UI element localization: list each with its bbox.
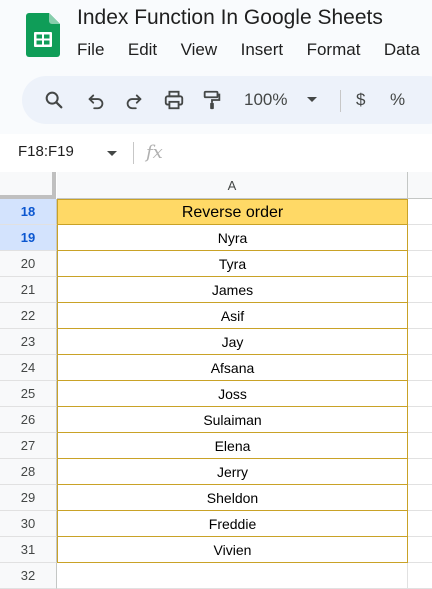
row-header[interactable]: 20 (0, 251, 57, 277)
cell[interactable]: Jay (57, 329, 408, 355)
cell[interactable]: Sulaiman (57, 407, 408, 433)
column-header-next[interactable] (408, 172, 432, 199)
row-header[interactable]: 28 (0, 459, 57, 485)
row-header[interactable]: 18 (0, 199, 57, 225)
table-row: 29 Sheldon (0, 485, 432, 511)
table-row: 19 Nyra (0, 225, 432, 251)
row-header[interactable]: 21 (0, 277, 57, 303)
menu-edit[interactable]: Edit (128, 40, 157, 60)
table-row: 25 Joss (0, 381, 432, 407)
cell[interactable]: Tyra (57, 251, 408, 277)
cell[interactable]: James (57, 277, 408, 303)
name-box[interactable]: F18:F19 (18, 143, 74, 160)
fx-icon: fx (146, 142, 163, 163)
redo-icon[interactable] (122, 88, 146, 112)
menu-file[interactable]: File (77, 40, 104, 60)
table-row: 21 James (0, 277, 432, 303)
cell-next-column[interactable] (408, 199, 432, 225)
cell-next-column[interactable] (408, 511, 432, 537)
table-row: 32 (0, 563, 432, 589)
cell[interactable]: Asif (57, 303, 408, 329)
row-header[interactable]: 27 (0, 433, 57, 459)
cell[interactable]: Sheldon (57, 485, 408, 511)
toolbar: 100% $ % (22, 76, 432, 124)
table-row: 30 Freddie (0, 511, 432, 537)
row-header[interactable]: 22 (0, 303, 57, 329)
cell[interactable]: Freddie (57, 511, 408, 537)
table-row: 24 Afsana (0, 355, 432, 381)
table-row: 28 Jerry (0, 459, 432, 485)
cell-next-column[interactable] (408, 485, 432, 511)
cell[interactable]: Vivien (57, 537, 408, 563)
cell-next-column[interactable] (408, 329, 432, 355)
table-row: 20 Tyra (0, 251, 432, 277)
select-all-corner[interactable] (0, 172, 56, 199)
row-header[interactable]: 29 (0, 485, 57, 511)
table-row: 23 Jay (0, 329, 432, 355)
cell-next-column[interactable] (408, 459, 432, 485)
cell[interactable]: Elena (57, 433, 408, 459)
formula-divider (133, 142, 134, 164)
table-row: 31 Vivien (0, 537, 432, 563)
title-bar: Index Function In Google Sheets File Edi… (0, 0, 432, 72)
menu-insert[interactable]: Insert (241, 40, 284, 60)
cell[interactable] (57, 563, 408, 589)
cell-next-column[interactable] (408, 225, 432, 251)
row-header[interactable]: 26 (0, 407, 57, 433)
row-header[interactable]: 25 (0, 381, 57, 407)
header-cell[interactable]: Reverse order (57, 199, 408, 225)
formula-bar: F18:F19 fx (0, 134, 432, 173)
chevron-down-icon[interactable] (306, 96, 318, 104)
table-row: 22 Asif (0, 303, 432, 329)
row-header[interactable]: 19 (0, 225, 57, 251)
currency-format-button[interactable]: $ (356, 90, 365, 110)
google-sheets-logo[interactable] (26, 13, 60, 57)
cell[interactable]: Joss (57, 381, 408, 407)
column-header-a[interactable]: A (57, 172, 408, 199)
cell[interactable]: Jerry (57, 459, 408, 485)
table-row: 27 Elena (0, 433, 432, 459)
row-header[interactable]: 24 (0, 355, 57, 381)
chevron-down-icon[interactable] (106, 150, 118, 157)
cell-next-column[interactable] (408, 433, 432, 459)
cell-next-column[interactable] (408, 277, 432, 303)
cell-next-column[interactable] (408, 537, 432, 563)
cell-next-column[interactable] (408, 355, 432, 381)
search-icon[interactable] (42, 88, 66, 112)
row-header[interactable]: 32 (0, 563, 57, 589)
zoom-select[interactable]: 100% (244, 90, 287, 110)
spreadsheet-grid: A 18 Reverse order 19 Nyra 20 Tyra 21 James 22 As… (0, 172, 432, 589)
menu-data[interactable]: Data (384, 40, 420, 60)
cell-next-column[interactable] (408, 251, 432, 277)
table-row: 18 Reverse order (0, 199, 432, 225)
document-title[interactable]: Index Function In Google Sheets (77, 6, 383, 30)
cell-next-column[interactable] (408, 303, 432, 329)
cell-next-column[interactable] (408, 563, 432, 589)
cell[interactable]: Nyra (57, 225, 408, 251)
row-header[interactable]: 23 (0, 329, 57, 355)
menu-format[interactable]: Format (307, 40, 361, 60)
menu-view[interactable]: View (181, 40, 218, 60)
paint-format-icon[interactable] (200, 88, 224, 112)
menu-bar: File Edit View Insert Format Data (77, 40, 432, 60)
cell-next-column[interactable] (408, 407, 432, 433)
cell-next-column[interactable] (408, 381, 432, 407)
percent-format-button[interactable]: % (390, 90, 405, 110)
print-icon[interactable] (162, 88, 186, 112)
cell[interactable]: Afsana (57, 355, 408, 381)
row-header[interactable]: 31 (0, 537, 57, 563)
row-header[interactable]: 30 (0, 511, 57, 537)
undo-icon[interactable] (84, 88, 108, 112)
table-row: 26 Sulaiman (0, 407, 432, 433)
toolbar-divider (340, 90, 341, 112)
